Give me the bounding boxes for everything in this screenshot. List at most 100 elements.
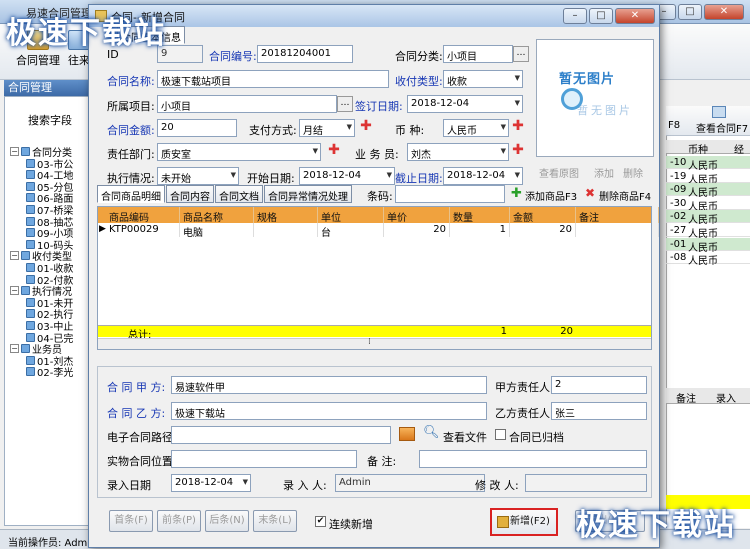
modifier-label: 修 改 人: — [475, 479, 519, 492]
right-toolbar-f8[interactable]: F8 — [668, 120, 680, 131]
grid-cell[interactable]: 20 — [384, 223, 450, 237]
party-a-input[interactable]: 易速软件甲 — [171, 376, 487, 394]
date-cell: -27 — [670, 225, 687, 236]
table-row[interactable]: ▶ KTP00029 电脑台 20 1 20 — [98, 223, 659, 239]
grid-header-cell[interactable]: 金额 — [510, 207, 576, 224]
dept-select[interactable]: 质安室 — [157, 143, 321, 161]
grid-header-cell[interactable]: 商品名称 — [180, 207, 254, 224]
maximize-icon[interactable]: □ — [589, 8, 613, 24]
close-icon[interactable]: ✕ — [615, 8, 655, 24]
add-new-button[interactable]: 新增(F2) — [490, 508, 558, 536]
folder-icon[interactable] — [399, 427, 415, 441]
view-contract-button[interactable]: 查看合同F7 — [696, 120, 748, 135]
next-record-button[interactable]: 后条(N) — [205, 510, 249, 532]
pay-type-select[interactable]: 收款 — [443, 70, 523, 88]
table-row[interactable]: -01 人民币 — [666, 237, 750, 254]
right-toolbar: F8 查看合同F7 — [666, 106, 750, 136]
add-dept-icon[interactable]: ✚ — [327, 143, 341, 158]
tree-node-icon — [26, 367, 35, 377]
view-file-button[interactable]: 查看文件 — [443, 429, 487, 445]
tree-collapse-icon[interactable]: − — [10, 286, 19, 296]
grid-header-cell[interactable]: 单位 — [318, 207, 384, 224]
minimize-icon[interactable]: – — [563, 8, 587, 24]
product-grid-body: ▶ KTP00029 电脑台 20 1 20 — [98, 223, 659, 325]
tree-collapse-icon[interactable]: − — [10, 344, 19, 354]
table-row[interactable]: -30 人民币 — [666, 197, 750, 213]
table-row[interactable]: -09 人民币 — [666, 183, 750, 199]
first-record-button[interactable]: 首条(F) — [109, 510, 153, 532]
note-input[interactable] — [419, 450, 647, 468]
exec-select[interactable]: 未开始 — [157, 167, 239, 185]
grid-header-cell[interactable]: 商品编码 — [106, 207, 180, 224]
add-pay-method-icon[interactable]: ✚ — [359, 119, 373, 134]
delete-photo-link[interactable]: 删除 — [623, 165, 643, 180]
close-icon[interactable]: ✕ — [704, 4, 744, 20]
party-a-person-input[interactable]: 2 — [551, 376, 647, 394]
left-tab-contract-manage[interactable]: 合同管理 — [4, 80, 100, 96]
add-salesman-icon[interactable]: ✚ — [511, 143, 525, 158]
tree-collapse-icon[interactable]: − — [10, 147, 19, 156]
currency-select[interactable]: 人民币 — [443, 119, 509, 137]
contract-no-input[interactable]: 20181204001 — [257, 45, 353, 63]
tree-collapse-icon[interactable]: − — [10, 251, 19, 261]
tab-product-detail[interactable]: 合同商品明细 — [97, 185, 165, 203]
grid-cell[interactable]: 20 — [510, 223, 576, 237]
table-row[interactable]: -19 人民币 — [666, 170, 750, 186]
salesman-select[interactable]: 刘杰 — [407, 143, 509, 161]
search-icon[interactable]: 🔍︎ — [423, 425, 440, 440]
delete-product-button[interactable]: 删除商品F4 — [599, 188, 651, 203]
contract-name-input[interactable]: 极速下载站项目 — [157, 70, 389, 88]
grid-cell[interactable] — [254, 223, 318, 237]
grid-header-cell[interactable]: 数量 — [450, 207, 510, 224]
table-row[interactable]: -02 人民币 — [666, 210, 750, 226]
grid-cell[interactable]: 电脑 — [180, 223, 254, 239]
table-row[interactable]: -10 人民币 — [666, 156, 750, 172]
table-row[interactable]: -08 人民币 — [666, 251, 750, 267]
grid-header-cell[interactable]: 规格 — [254, 207, 318, 224]
party-b-input[interactable]: 极速下载站 — [171, 402, 487, 420]
date-cell: -10 — [670, 157, 687, 168]
col-note-header: 备注 — [676, 394, 696, 405]
view-original-link[interactable]: 查看原图 — [539, 165, 579, 180]
add-product-button[interactable]: 添加商品F3 — [525, 188, 577, 203]
grid-header-cell[interactable]: 备注 — [576, 207, 659, 224]
barcode-input[interactable] — [395, 185, 505, 203]
party-b-person-label: 乙方责任人: — [495, 407, 554, 420]
product-grid-scrollbar[interactable]: ⁞ — [98, 337, 651, 349]
last-record-button[interactable]: 末条(L) — [253, 510, 297, 532]
prev-record-button[interactable]: 前条(P) — [157, 510, 201, 532]
grid-header-cell[interactable]: 单价 — [384, 207, 450, 224]
physical-location-input[interactable] — [171, 450, 357, 468]
start-date-label: 开始日期: — [247, 172, 295, 185]
tab-exception-handling[interactable]: 合同异常情况处理 — [264, 185, 352, 203]
grid-cell[interactable]: 1 — [450, 223, 510, 237]
salesman-label: 业 务 员: — [355, 148, 399, 161]
add-currency-icon[interactable]: ✚ — [511, 119, 525, 134]
table-row[interactable]: -27 人民币 — [666, 224, 750, 240]
continuous-add-checkbox[interactable]: ✔ — [315, 516, 326, 527]
amount-input[interactable]: 20 — [157, 119, 237, 137]
epath-input[interactable] — [171, 426, 391, 444]
category-input[interactable]: 小项目 — [443, 45, 513, 63]
project-browse-button[interactable]: … — [337, 96, 353, 112]
category-browse-button[interactable]: … — [513, 46, 529, 62]
tab-contract-docs[interactable]: 合同文档 — [215, 185, 263, 203]
start-date-picker[interactable]: 2018-12-04 — [299, 167, 395, 185]
grid-cell[interactable]: 台 — [318, 223, 384, 239]
date-cell: -09 — [670, 184, 687, 196]
maximize-icon[interactable]: □ — [678, 4, 702, 20]
project-input[interactable]: 小项目 — [157, 95, 337, 113]
entry-date-picker[interactable]: 2018-12-04 — [171, 474, 251, 492]
tab-contract-content[interactable]: 合同内容 — [166, 185, 214, 203]
end-date-picker[interactable]: 2018-12-04 — [443, 167, 523, 185]
product-grid[interactable]: 商品编码 商品名称 规格 单位 单价 数量 金额 备注 ▶ KTP00029 电脑台 20 1 20 总… — [97, 206, 659, 350]
sign-date-picker[interactable]: 2018-12-04 — [407, 95, 523, 113]
tree-item[interactable]: 02-李光 — [26, 364, 73, 379]
archived-checkbox[interactable] — [495, 429, 506, 440]
pay-method-select[interactable]: 月结 — [299, 119, 355, 137]
date-cell: -01 — [670, 238, 687, 250]
add-photo-link[interactable]: 添加 — [594, 165, 614, 180]
grid-cell[interactable]: KTP00029 — [106, 223, 180, 237]
grid-cell[interactable] — [576, 223, 659, 237]
party-b-person-input[interactable]: 张三 — [551, 402, 647, 420]
